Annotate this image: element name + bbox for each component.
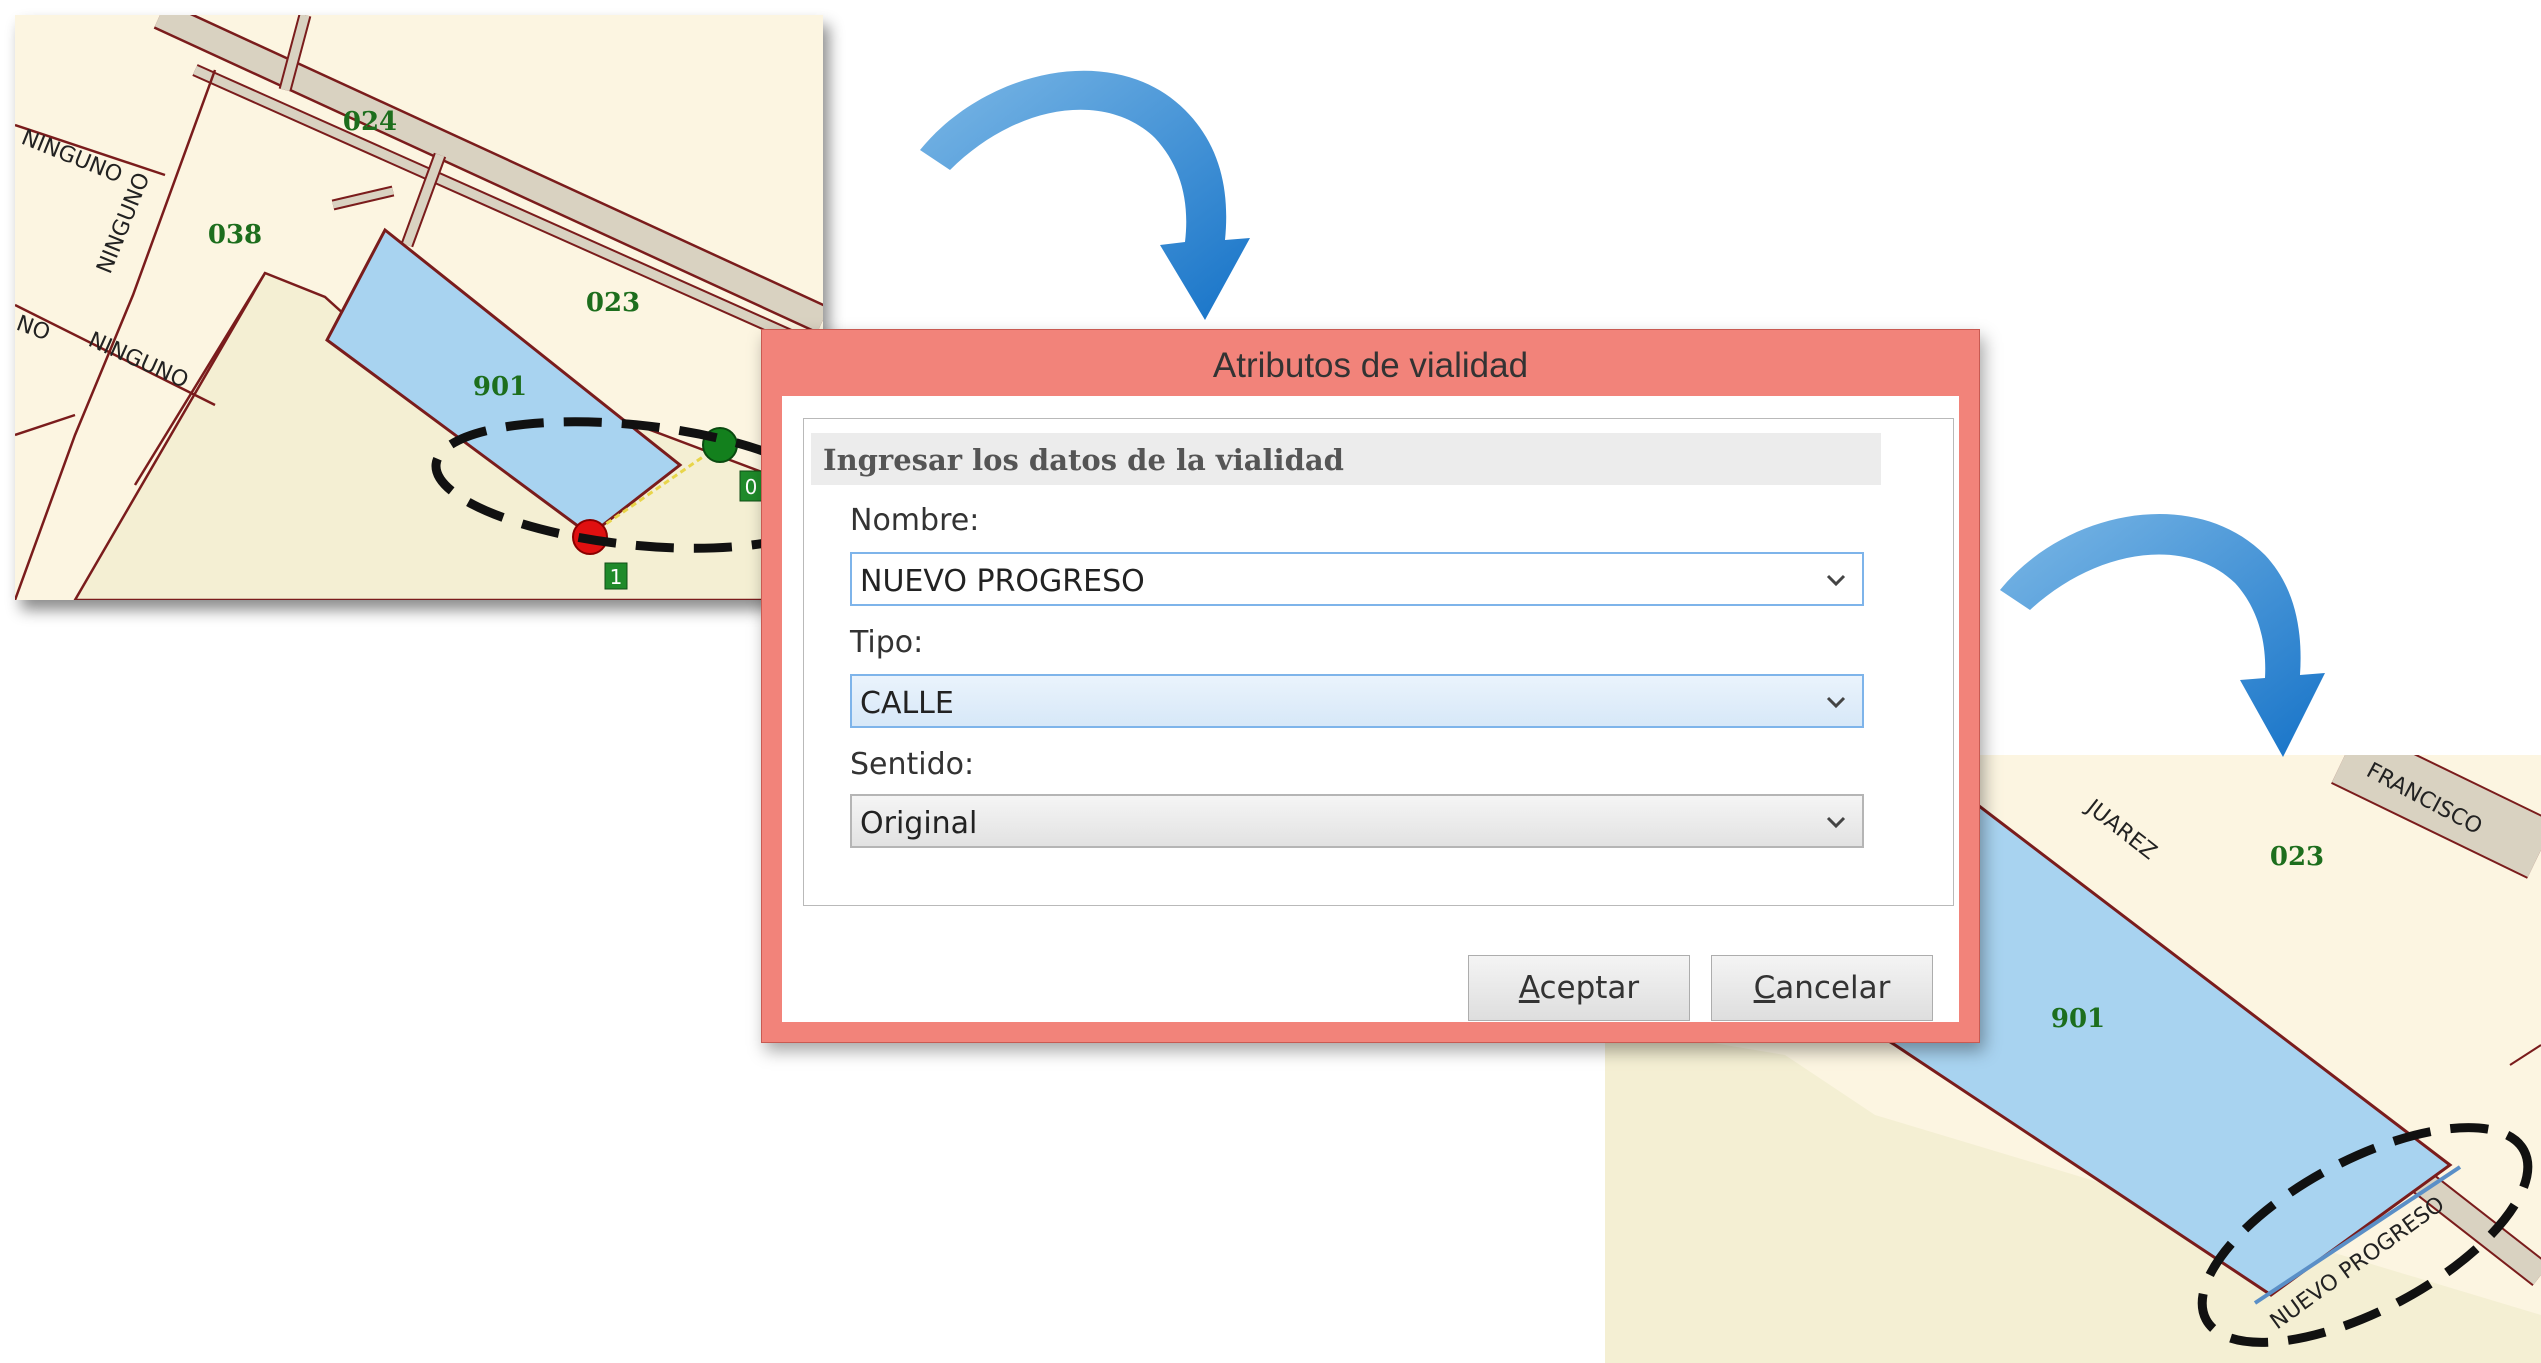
group-title: Ingresar los datos de la vialidad [823,443,1344,477]
direction-combobox[interactable]: Original [850,794,1864,848]
direction-value: Original [860,806,978,841]
dialog-body: Ingresar los datos de la vialidad Nombre… [782,396,1959,1022]
name-value: NUEVO PROGRESO [860,564,1145,599]
name-combobox[interactable]: NUEVO PROGRESO [850,552,1864,606]
accept-button[interactable]: Aceptar [1468,955,1690,1021]
after-lot-label-901: 901 [2051,1004,2105,1034]
chevron-down-icon[interactable] [1824,568,1848,592]
cancel-mnemonic: C [1753,970,1776,1006]
chevron-down-icon[interactable] [1824,690,1848,714]
arrow-to-result-icon [2000,514,2325,757]
arrow-to-dialog-icon [920,70,1250,320]
accept-mnemonic: A [1518,970,1540,1006]
end-node-label: 0 [745,475,758,499]
lot-label-038: 038 [208,220,262,250]
road-attributes-dialog: Atributos de vialidad Ingresar los datos… [761,329,1980,1043]
road-data-groupbox: Ingresar los datos de la vialidad Nombre… [803,418,1954,906]
chevron-down-icon[interactable] [1824,810,1848,834]
map-before-canvas: 1 0 024 038 023 901 NINGUNO NINGUNO NING… [15,15,823,600]
accept-label: ceptar [1539,970,1640,1006]
after-lot-label-023: 023 [2270,842,2324,872]
cancel-label: ancelar [1775,970,1891,1006]
cancel-button[interactable]: Cancelar [1711,955,1933,1021]
dialog-title: Atributos de vialidad [1212,346,1529,385]
type-label: Tipo: [850,625,924,660]
group-header: Ingresar los datos de la vialidad [811,433,1881,485]
name-label: Nombre: [850,503,980,538]
type-value: CALLE [860,686,954,721]
direction-label: Sentido: [850,747,975,782]
lot-label-023: 023 [586,288,640,318]
type-combobox[interactable]: CALLE [850,674,1864,728]
lot-label-024: 024 [343,107,397,137]
lot-label-901: 901 [473,372,527,402]
map-before-panel[interactable]: 1 0 024 038 023 901 NINGUNO NINGUNO NING… [15,15,823,600]
start-node-label: 1 [610,565,623,589]
